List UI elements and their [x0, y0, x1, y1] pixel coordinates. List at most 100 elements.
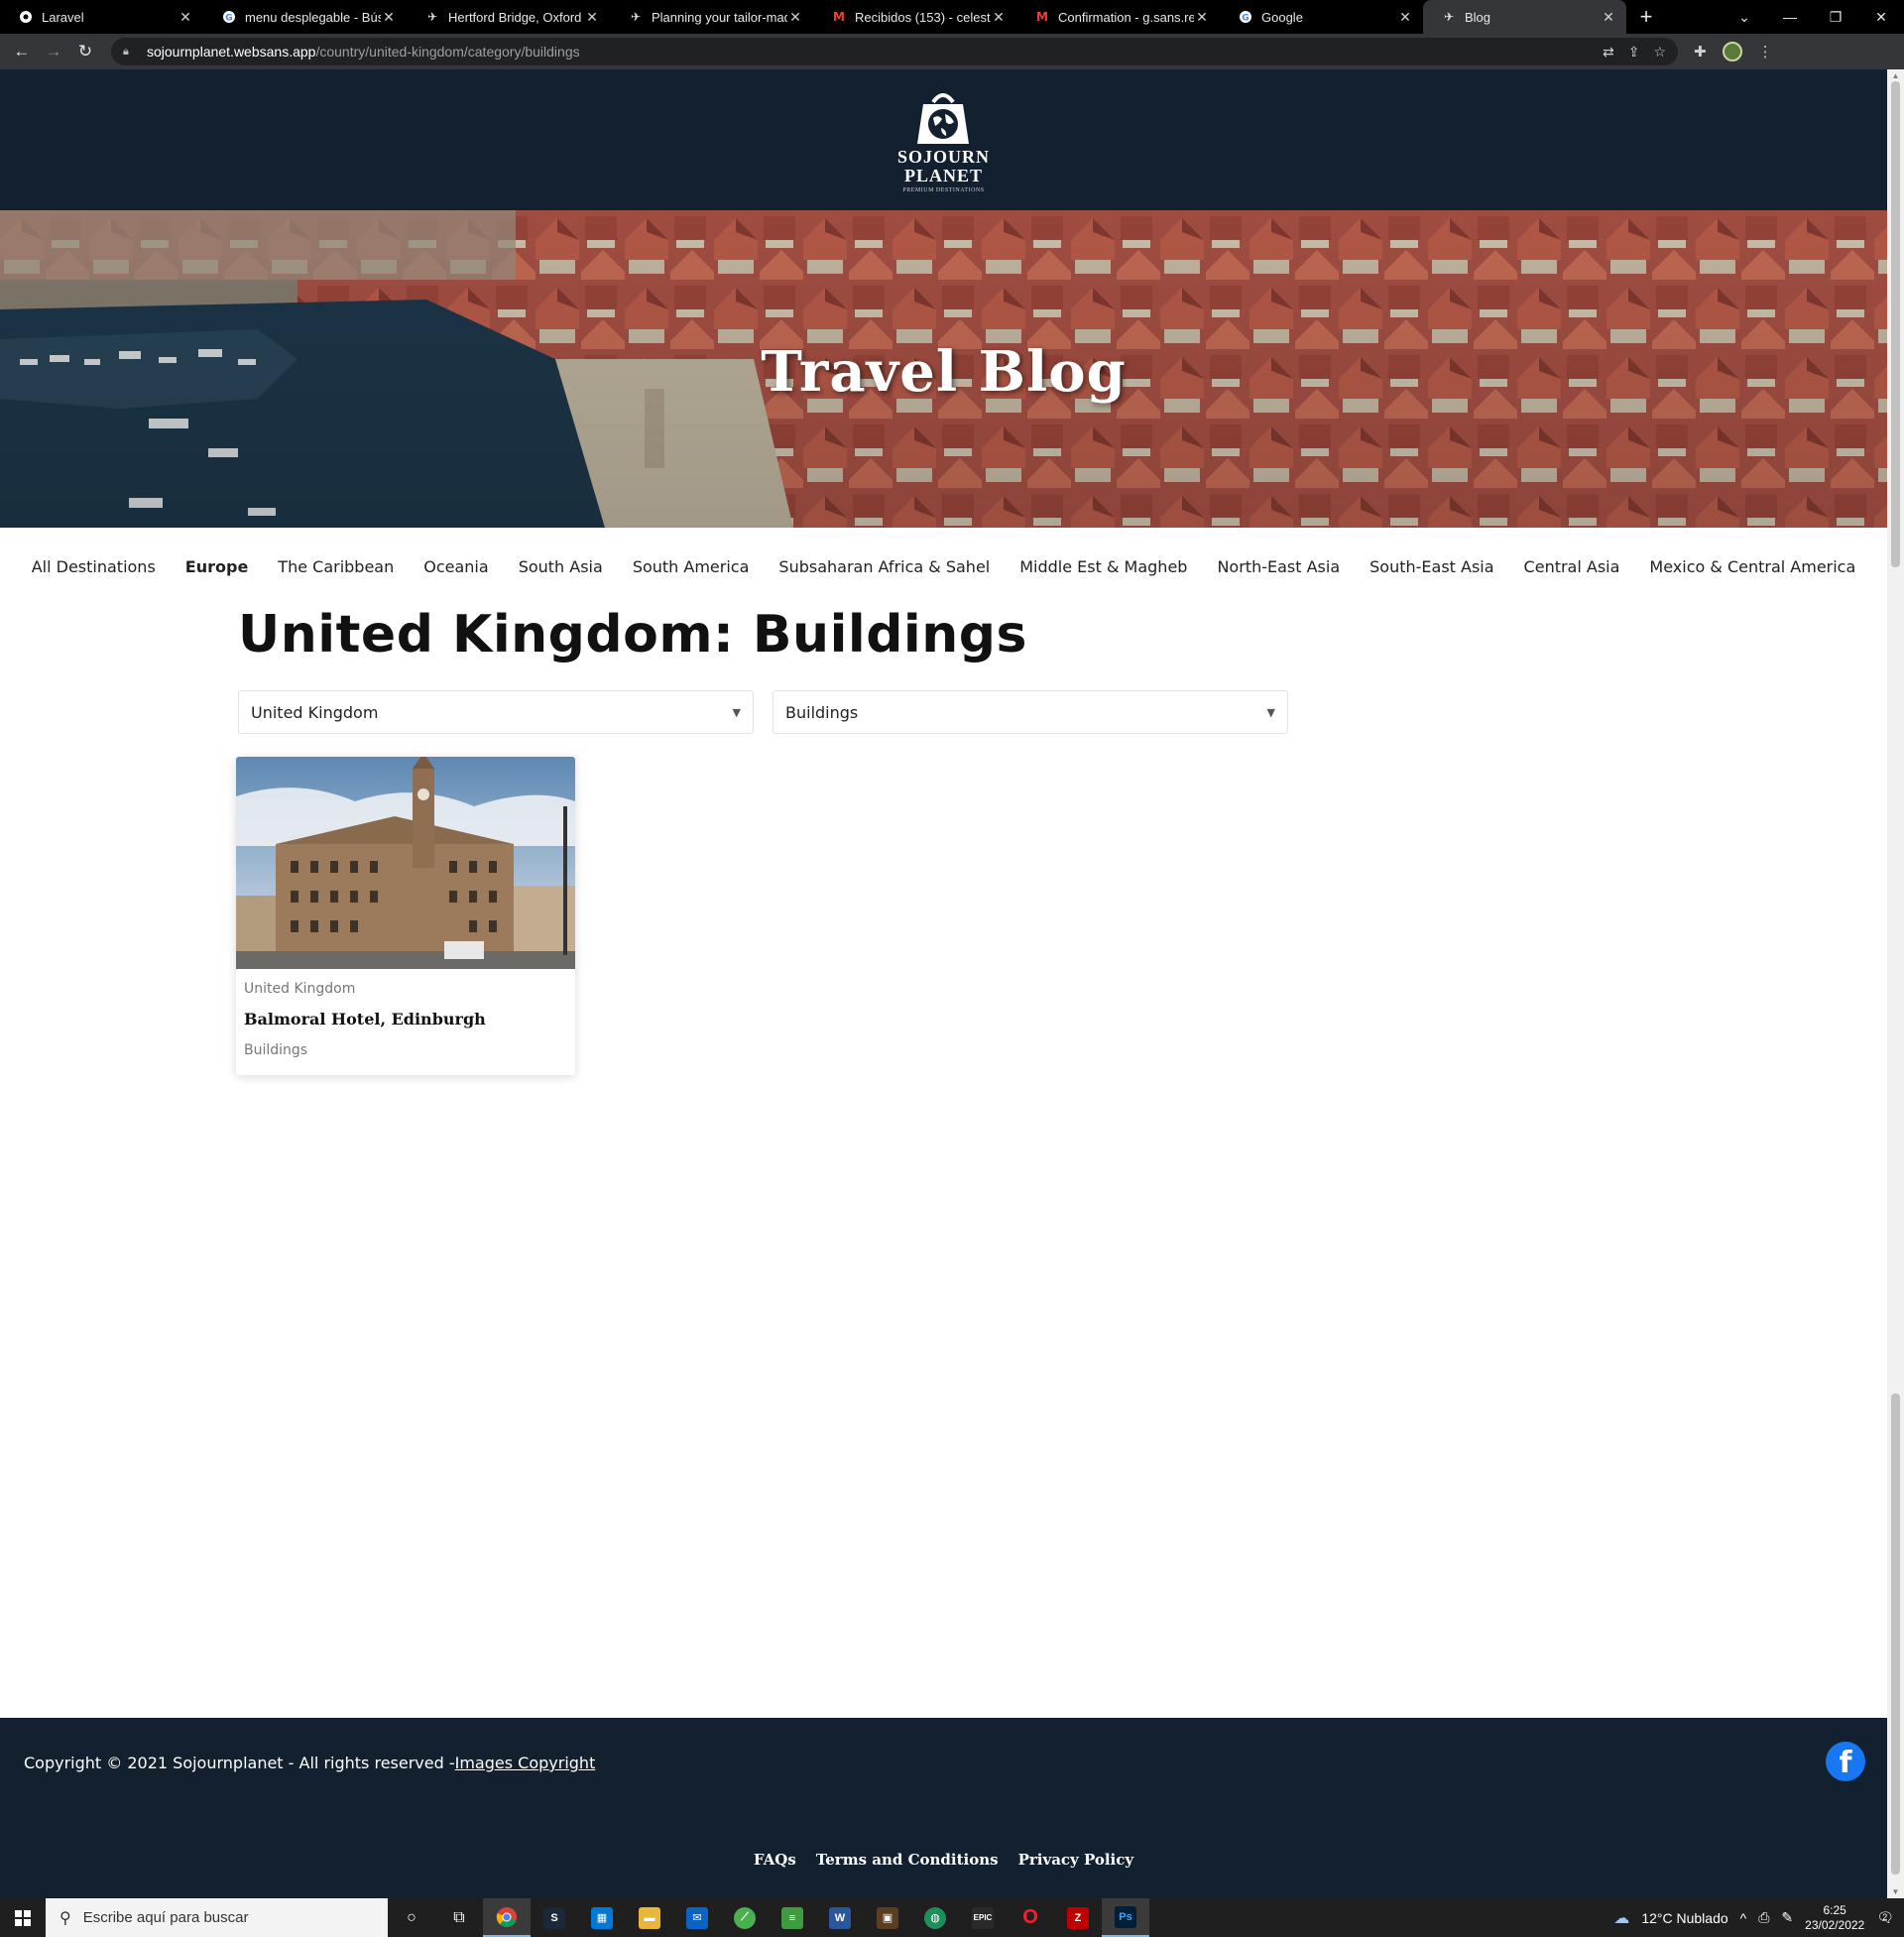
browser-tab[interactable]: ✈ Hertford Bridge, Oxford ✕ [407, 0, 610, 34]
page-title: United Kingdom: Buildings [238, 605, 1027, 665]
windows-start-button[interactable] [0, 1898, 46, 1937]
epic-games-icon[interactable]: EPIC [959, 1898, 1007, 1937]
browser-tab[interactable]: M Confirmation - g.sans.reali ✕ [1016, 0, 1220, 34]
system-clock[interactable]: 6:25 23/02/2022 [1805, 1903, 1864, 1933]
tab-title: Laravel [42, 9, 84, 25]
forward-arrow-icon[interactable]: → [38, 42, 69, 61]
browser-tab[interactable]: G menu desplegable - Búsq ✕ [203, 0, 407, 34]
category-select[interactable]: Buildings ▼ [773, 690, 1288, 734]
nav-subsaharan-africa[interactable]: Subsaharan Africa & Sahel [778, 551, 990, 591]
copyright-text: Copyright © 2021 Sojournplanet - All rig… [24, 1754, 595, 1772]
back-arrow-icon[interactable]: ← [6, 42, 38, 61]
bookmark-star-icon[interactable]: ☆ [1653, 44, 1666, 61]
post-title[interactable]: Balmoral Hotel, Edinburgh [244, 1010, 567, 1029]
close-tab-icon[interactable]: ✕ [178, 9, 193, 26]
extensions-puzzle-icon[interactable]: ✚ [1694, 43, 1707, 61]
gmail-icon: M [833, 10, 845, 24]
store-icon[interactable]: ▦ [578, 1898, 626, 1937]
task-view-icon[interactable]: ⧉ [435, 1898, 483, 1937]
nav-oceania[interactable]: Oceania [423, 551, 488, 591]
site-logo[interactable]: SOJOURN PLANET PREMIUM DESTINATIONS [897, 86, 990, 193]
terms-link[interactable]: Terms and Conditions [816, 1851, 999, 1869]
browser-tab[interactable]: G Google ✕ [1220, 0, 1423, 34]
restore-button[interactable]: ❐ [1813, 9, 1858, 26]
pen-icon[interactable]: ✎ [1781, 1909, 1793, 1926]
network-icon[interactable]: ⎙ [1758, 1909, 1769, 1926]
page-scrollbar[interactable]: ▲ ▼ [1887, 69, 1904, 1898]
nav-all-destinations[interactable]: All Destinations [32, 551, 156, 591]
scrollbar-thumb[interactable] [1891, 81, 1900, 567]
minecraft-icon[interactable]: ▣ [864, 1898, 911, 1937]
notification-center-icon[interactable]: 🗨︎ 2 [1876, 1909, 1894, 1926]
close-window-button[interactable]: ✕ [1858, 9, 1904, 26]
nav-europe[interactable]: Europe [185, 551, 249, 591]
opera-icon[interactable]: O [1007, 1898, 1054, 1937]
close-tab-icon[interactable]: ✕ [1194, 9, 1210, 26]
file-explorer-icon[interactable]: ▬ [626, 1898, 673, 1937]
post-thumbnail[interactable] [236, 757, 575, 969]
tab-search-icon[interactable]: ⌄ [1722, 9, 1767, 26]
tab-title: Google [1261, 9, 1303, 25]
filezilla-icon[interactable]: Z [1054, 1898, 1102, 1937]
close-tab-icon[interactable]: ✕ [1397, 9, 1413, 26]
nav-the-caribbean[interactable]: The Caribbean [278, 551, 394, 591]
laravel-icon [18, 9, 34, 25]
close-tab-icon[interactable]: ✕ [584, 9, 600, 26]
close-tab-icon[interactable]: ✕ [991, 9, 1007, 26]
chrome-taskbar-icon[interactable] [483, 1898, 531, 1937]
scroll-down-arrow-icon[interactable]: ▼ [1887, 1887, 1904, 1896]
faqs-link[interactable]: FAQs [754, 1851, 796, 1869]
mail-icon[interactable]: ✉ [673, 1898, 721, 1937]
category-select-value: Buildings [785, 702, 859, 722]
scroll-up-arrow-icon[interactable]: ▲ [1887, 71, 1904, 80]
taskbar-search-input[interactable]: ⚲ Escribe aquí para buscar [46, 1898, 388, 1937]
close-tab-icon[interactable]: ✕ [1601, 9, 1616, 26]
nav-north-east-asia[interactable]: North-East Asia [1217, 551, 1340, 591]
new-tab-button[interactable]: + [1626, 0, 1666, 34]
photoshop-icon[interactable]: Ps [1102, 1898, 1149, 1937]
post-card[interactable]: United Kingdom Balmoral Hotel, Edinburgh… [236, 757, 575, 1075]
profile-avatar[interactable] [1722, 42, 1742, 61]
notepad-icon[interactable]: ≡ [769, 1898, 816, 1937]
site-footer: Copyright © 2021 Sojournplanet - All rig… [0, 1718, 1887, 1898]
close-tab-icon[interactable]: ✕ [787, 9, 803, 26]
steam-icon[interactable]: S [531, 1898, 578, 1937]
privacy-policy-link[interactable]: Privacy Policy [1018, 1851, 1134, 1869]
app-icon[interactable]: ⟋ [721, 1898, 769, 1937]
post-category: Buildings [244, 1042, 308, 1058]
nav-south-america[interactable]: South America [633, 551, 750, 591]
scrollbar-track-segment[interactable] [1891, 1393, 1900, 1875]
notification-count: 2 [1882, 1912, 1888, 1922]
browser-tab-active[interactable]: ✈ Blog ✕ [1423, 0, 1626, 34]
facebook-icon[interactable]: f [1826, 1742, 1865, 1781]
browser-tab[interactable]: M Recibidos (153) - celeste.r ✕ [813, 0, 1016, 34]
nav-south-east-asia[interactable]: South-East Asia [1369, 551, 1493, 591]
svg-text:G: G [1242, 14, 1249, 24]
browser-tab[interactable]: ✈ Planning your tailor-made ✕ [610, 0, 813, 34]
globe-app-icon[interactable]: ◍ [911, 1898, 959, 1937]
translate-icon[interactable]: ⇄ [1603, 44, 1614, 61]
images-copyright-link[interactable]: Images Copyright [455, 1754, 596, 1772]
nav-south-asia[interactable]: South Asia [519, 551, 603, 591]
address-bar[interactable]: 🔒︎ sojournplanet.websans.app /country/un… [111, 38, 1678, 65]
nav-middle-east[interactable]: Middle Est & Magheb [1019, 551, 1187, 591]
cortana-icon[interactable]: ○ [388, 1898, 435, 1937]
lock-icon: 🔒︎ [123, 45, 129, 58]
browser-menu-icon[interactable]: ⋮ [1758, 43, 1773, 61]
minimize-button[interactable]: — [1767, 9, 1813, 25]
close-tab-icon[interactable]: ✕ [381, 9, 397, 26]
browser-tab[interactable]: Laravel ✕ [0, 0, 203, 34]
google-icon: G [1238, 9, 1253, 25]
windows-logo-icon [15, 1909, 31, 1926]
show-hidden-icons-chevron-icon[interactable]: ^ [1740, 1910, 1747, 1926]
word-icon[interactable]: W [816, 1898, 864, 1937]
nav-central-asia[interactable]: Central Asia [1524, 551, 1620, 591]
logo-tagline: PREMIUM DESTINATIONS [902, 187, 985, 193]
nav-mexico-central-america[interactable]: Mexico & Central America [1649, 551, 1855, 591]
tab-title: menu desplegable - Búsq [245, 9, 381, 25]
hero-title: Travel Blog [761, 339, 1127, 405]
weather-text[interactable]: 12°C Nublado [1641, 1910, 1727, 1926]
reload-icon[interactable]: ↻ [69, 42, 101, 61]
country-select[interactable]: United Kingdom ▼ [238, 690, 754, 734]
share-icon[interactable]: ⇪ [1628, 44, 1640, 61]
